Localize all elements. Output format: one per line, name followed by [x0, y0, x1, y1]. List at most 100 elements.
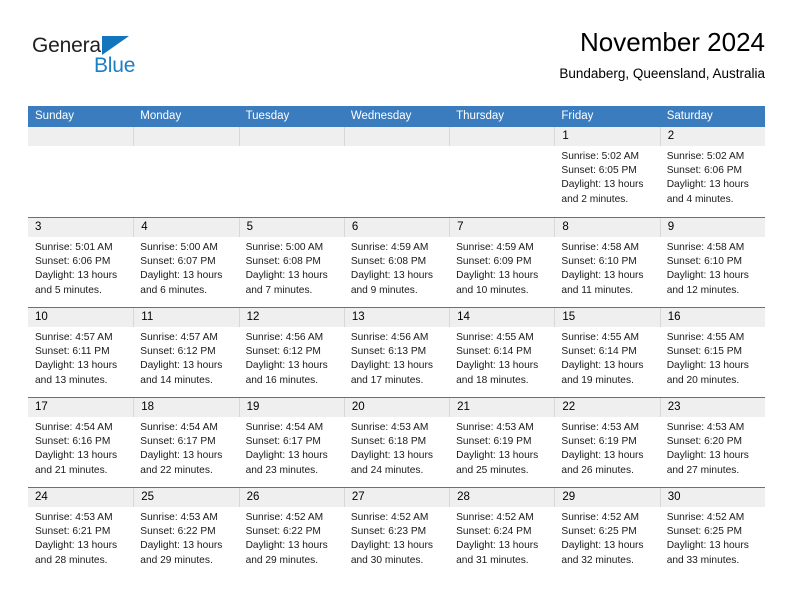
daylight-text-line2: and 25 minutes.	[456, 464, 529, 476]
day-cell[interactable]: 13 Sunrise: 4:56 AM Sunset: 6:13 PM Dayl…	[343, 308, 450, 397]
sunset-text: Sunset: 6:11 PM	[35, 346, 110, 358]
sunrise-text: Sunrise: 4:56 AM	[245, 332, 324, 343]
day-number	[133, 127, 239, 146]
day-number: 2	[659, 127, 765, 146]
day-cell[interactable]: 5 Sunrise: 5:00 AM Sunset: 6:08 PM Dayli…	[238, 218, 344, 307]
sunrise-text: Sunrise: 4:53 AM	[35, 512, 113, 523]
sunrise-text: Sunrise: 4:55 AM	[456, 332, 534, 343]
weekday-header-friday: Friday	[561, 110, 594, 122]
day-number	[238, 127, 344, 146]
day-number: 22	[554, 398, 660, 417]
daylight-text-line1: Daylight: 13 hours	[140, 540, 223, 552]
calendar-page: General Blue November 2024 Bundaberg, Qu…	[0, 0, 792, 612]
day-number: 11	[133, 308, 239, 327]
day-cell[interactable]: 19 Sunrise: 4:54 AM Sunset: 6:17 PM Dayl…	[238, 398, 344, 487]
sunset-text: Sunset: 6:12 PM	[140, 346, 216, 358]
day-cell	[28, 127, 134, 217]
daylight-text-line1: Daylight: 13 hours	[456, 450, 539, 462]
day-cell[interactable]: 26 Sunrise: 4:52 AM Sunset: 6:22 PM Dayl…	[238, 488, 344, 577]
day-info: Sunrise: 4:57 AM Sunset: 6:11 PM Dayligh…	[28, 327, 133, 388]
generalblue-logo[interactable]: General Blue	[32, 34, 212, 94]
daylight-text-line1: Daylight: 13 hours	[245, 360, 328, 372]
sunset-text: Sunset: 6:14 PM	[456, 346, 532, 358]
day-cell[interactable]: 2 Sunrise: 5:02 AM Sunset: 6:06 PM Dayli…	[659, 127, 765, 217]
day-number	[28, 127, 134, 146]
day-cell[interactable]: 23 Sunrise: 4:53 AM Sunset: 6:20 PM Dayl…	[659, 398, 765, 487]
day-cell[interactable]: 24 Sunrise: 4:53 AM Sunset: 6:21 PM Dayl…	[28, 488, 134, 577]
day-cell[interactable]: 11 Sunrise: 4:57 AM Sunset: 6:12 PM Dayl…	[133, 308, 239, 397]
sunset-text: Sunset: 6:25 PM	[561, 526, 637, 538]
day-cell[interactable]: 6 Sunrise: 4:59 AM Sunset: 6:08 PM Dayli…	[343, 218, 450, 307]
sunrise-text: Sunrise: 5:01 AM	[35, 242, 113, 253]
daylight-text-line2: and 29 minutes.	[245, 554, 319, 566]
day-cell[interactable]: 17 Sunrise: 4:54 AM Sunset: 6:16 PM Dayl…	[28, 398, 134, 487]
daylight-text-line2: and 18 minutes.	[456, 374, 529, 386]
day-info: Sunrise: 5:02 AM Sunset: 6:05 PM Dayligh…	[554, 146, 659, 207]
sunrise-text: Sunrise: 4:57 AM	[35, 332, 113, 343]
daylight-text-line1: Daylight: 13 hours	[666, 179, 749, 191]
day-cell[interactable]: 21 Sunrise: 4:53 AM Sunset: 6:19 PM Dayl…	[449, 398, 555, 487]
day-info: Sunrise: 4:58 AM Sunset: 6:10 PM Dayligh…	[660, 237, 765, 298]
day-info: Sunrise: 4:57 AM Sunset: 6:12 PM Dayligh…	[133, 327, 238, 388]
daylight-text-line2: and 21 minutes.	[35, 464, 108, 476]
daylight-text-line2: and 14 minutes.	[140, 374, 213, 386]
day-cell[interactable]: 27 Sunrise: 4:52 AM Sunset: 6:23 PM Dayl…	[343, 488, 450, 577]
day-cell[interactable]: 22 Sunrise: 4:53 AM Sunset: 6:19 PM Dayl…	[554, 398, 660, 487]
day-info: Sunrise: 5:00 AM Sunset: 6:07 PM Dayligh…	[133, 237, 238, 298]
daylight-text-line1: Daylight: 13 hours	[456, 540, 539, 552]
sunset-text: Sunset: 6:24 PM	[456, 526, 532, 538]
daylight-text-line2: and 29 minutes.	[140, 554, 213, 566]
day-cell	[343, 127, 450, 217]
sunset-text: Sunset: 6:17 PM	[245, 436, 321, 448]
daylight-text-line2: and 33 minutes.	[666, 554, 740, 566]
daylight-text-line2: and 19 minutes.	[561, 374, 634, 386]
sunrise-text: Sunrise: 4:52 AM	[350, 512, 429, 523]
day-cell[interactable]: 25 Sunrise: 4:53 AM Sunset: 6:22 PM Dayl…	[133, 488, 239, 577]
sunrise-text: Sunrise: 4:53 AM	[456, 422, 534, 433]
day-cell[interactable]: 1 Sunrise: 5:02 AM Sunset: 6:05 PM Dayli…	[554, 127, 660, 217]
day-cell[interactable]: 9 Sunrise: 4:58 AM Sunset: 6:10 PM Dayli…	[659, 218, 765, 307]
day-cell[interactable]: 18 Sunrise: 4:54 AM Sunset: 6:17 PM Dayl…	[133, 398, 239, 487]
daylight-text-line1: Daylight: 13 hours	[561, 360, 644, 372]
page-title: November 2024	[580, 27, 765, 57]
day-number: 20	[343, 398, 450, 417]
day-cell[interactable]: 4 Sunrise: 5:00 AM Sunset: 6:07 PM Dayli…	[133, 218, 239, 307]
day-cell[interactable]: 14 Sunrise: 4:55 AM Sunset: 6:14 PM Dayl…	[449, 308, 555, 397]
sunset-text: Sunset: 6:10 PM	[666, 256, 743, 268]
day-cell	[133, 127, 239, 217]
day-number: 6	[343, 218, 450, 237]
day-cell[interactable]: 29 Sunrise: 4:52 AM Sunset: 6:25 PM Dayl…	[554, 488, 660, 577]
day-cell[interactable]: 30 Sunrise: 4:52 AM Sunset: 6:25 PM Dayl…	[659, 488, 765, 577]
day-cell[interactable]: 8 Sunrise: 4:58 AM Sunset: 6:10 PM Dayli…	[554, 218, 660, 307]
daylight-text-line1: Daylight: 13 hours	[35, 270, 118, 282]
day-number: 25	[133, 488, 239, 507]
day-cell[interactable]: 28 Sunrise: 4:52 AM Sunset: 6:24 PM Dayl…	[449, 488, 555, 577]
sunrise-text: Sunrise: 4:53 AM	[350, 422, 429, 433]
daylight-text-line2: and 22 minutes.	[140, 464, 213, 476]
daylight-text-line2: and 5 minutes.	[35, 284, 102, 296]
day-cell[interactable]: 3 Sunrise: 5:01 AM Sunset: 6:06 PM Dayli…	[28, 218, 134, 307]
weekday-header-tuesday: Tuesday	[245, 110, 290, 122]
daylight-text-line1: Daylight: 13 hours	[245, 450, 328, 462]
day-cell[interactable]: 20 Sunrise: 4:53 AM Sunset: 6:18 PM Dayl…	[343, 398, 450, 487]
daylight-text-line1: Daylight: 13 hours	[245, 270, 328, 282]
sunset-text: Sunset: 6:10 PM	[561, 256, 637, 268]
day-number: 15	[554, 308, 660, 327]
sunrise-text: Sunrise: 4:54 AM	[140, 422, 218, 433]
sunset-text: Sunset: 6:08 PM	[350, 256, 427, 268]
location-subtitle: Bundaberg, Queensland, Australia	[559, 66, 765, 81]
day-cell[interactable]: 16 Sunrise: 4:55 AM Sunset: 6:15 PM Dayl…	[659, 308, 765, 397]
title-block: November 2024 Bundaberg, Queensland, Aus…	[559, 26, 765, 84]
day-info: Sunrise: 4:53 AM Sunset: 6:22 PM Dayligh…	[133, 507, 238, 568]
day-cell[interactable]: 15 Sunrise: 4:55 AM Sunset: 6:14 PM Dayl…	[554, 308, 660, 397]
day-cell[interactable]: 10 Sunrise: 4:57 AM Sunset: 6:11 PM Dayl…	[28, 308, 134, 397]
day-cell[interactable]: 7 Sunrise: 4:59 AM Sunset: 6:09 PM Dayli…	[449, 218, 555, 307]
daylight-text-line1: Daylight: 13 hours	[350, 450, 433, 462]
day-cell[interactable]: 12 Sunrise: 4:56 AM Sunset: 6:12 PM Dayl…	[238, 308, 344, 397]
week-row: 10 Sunrise: 4:57 AM Sunset: 6:11 PM Dayl…	[28, 307, 765, 397]
sunrise-text: Sunrise: 4:53 AM	[140, 512, 218, 523]
sunset-text: Sunset: 6:07 PM	[140, 256, 216, 268]
day-info: Sunrise: 4:53 AM Sunset: 6:21 PM Dayligh…	[28, 507, 133, 568]
week-row: 1 Sunrise: 5:02 AM Sunset: 6:05 PM Dayli…	[28, 127, 765, 217]
sunrise-text: Sunrise: 4:55 AM	[666, 332, 745, 343]
